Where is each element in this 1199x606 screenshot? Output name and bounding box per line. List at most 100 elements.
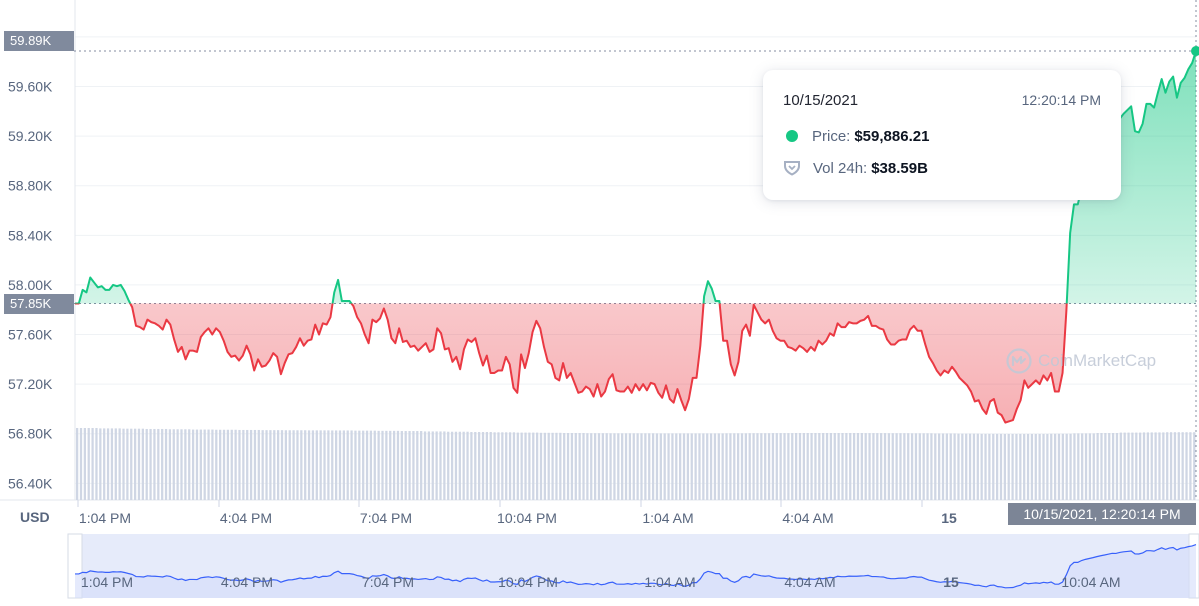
volume-bar xyxy=(226,429,230,500)
volume-bar xyxy=(249,429,253,500)
volume-bar xyxy=(864,433,867,500)
volume-bar xyxy=(922,433,925,500)
volume-bar xyxy=(1166,432,1169,500)
volume-bar xyxy=(157,428,160,500)
volume-bar xyxy=(377,430,380,500)
volume-bar xyxy=(307,430,311,500)
volume-bar xyxy=(508,432,512,500)
volume-bar xyxy=(431,431,434,500)
volume-bar xyxy=(292,430,295,500)
volume-bar xyxy=(756,433,759,500)
volume-bar xyxy=(632,433,635,500)
volume-bar xyxy=(466,431,469,500)
volume-bar xyxy=(783,433,786,500)
volume-bar xyxy=(331,430,334,500)
volume-bar xyxy=(396,430,400,500)
volume-bar xyxy=(91,428,94,500)
volume-bar xyxy=(381,430,384,500)
volume-bar xyxy=(153,428,156,500)
volume-bar xyxy=(118,428,121,500)
volume-bar xyxy=(1069,433,1072,500)
volume-bar xyxy=(1030,433,1034,500)
volume-bar xyxy=(686,433,690,500)
volume-bar xyxy=(586,433,589,500)
volume-bar xyxy=(1096,432,1099,500)
volume-bar xyxy=(601,433,604,500)
current-price-label: 59.89K xyxy=(4,31,74,51)
volume-bar xyxy=(965,433,968,500)
volume-bar xyxy=(663,433,666,500)
volume-bar xyxy=(191,429,195,500)
volume-bar xyxy=(945,433,949,500)
volume-bar xyxy=(822,432,825,500)
volume-bar xyxy=(1046,433,1049,500)
volume-bar xyxy=(1034,433,1037,500)
volume-bar xyxy=(1077,433,1080,500)
volume-bar xyxy=(168,429,172,500)
volume-bar xyxy=(868,433,871,500)
volume-bar xyxy=(1111,432,1115,500)
volume-bar xyxy=(277,430,280,500)
volume-bar xyxy=(416,431,419,500)
volume-bar xyxy=(280,430,284,500)
volume-bar xyxy=(1015,433,1018,500)
volume-bar xyxy=(930,433,933,500)
volume-bar xyxy=(211,429,214,500)
volume-bar xyxy=(1139,432,1142,500)
volume-bar xyxy=(814,432,817,500)
tooltip-price-value: $59,886.21 xyxy=(854,127,930,145)
volume-bar xyxy=(1026,433,1030,500)
volume-bar xyxy=(408,431,411,500)
volume-bar xyxy=(180,429,183,500)
navigator[interactable]: 1:04 PM 4:04 PM 7:04 PM 10:04 PM 1:04 AM 4:04… xyxy=(67,533,1199,599)
volume-bar xyxy=(195,429,199,500)
x-tick-label: 7:04 PM xyxy=(360,510,412,526)
volume-bar xyxy=(176,429,179,500)
volume-bar xyxy=(992,433,995,500)
volume-bar xyxy=(319,430,322,500)
volume-bar xyxy=(794,432,798,500)
volume-bar xyxy=(876,433,879,500)
volume-bar xyxy=(574,432,577,500)
volume-bar xyxy=(972,433,976,500)
volume-bar xyxy=(1011,433,1014,500)
volume-bar xyxy=(636,433,639,500)
volume-bar xyxy=(899,433,902,500)
volume-bar xyxy=(130,428,133,500)
navigator-tick-label: 15 xyxy=(943,574,959,590)
volume-bar xyxy=(443,431,446,500)
volume-bar xyxy=(524,432,527,500)
volume-bar xyxy=(404,431,407,500)
volume-bars xyxy=(76,428,1196,500)
volume-bar xyxy=(172,429,175,500)
navigator-tick-label: 4:04 PM xyxy=(221,574,273,590)
watermark-text: CoinMarketCap xyxy=(1038,351,1157,370)
volume-bar xyxy=(95,428,98,500)
tooltip: 10/15/2021 12:20:14 PM Price: $59,886.21… xyxy=(763,70,1121,200)
volume-bar xyxy=(1057,433,1061,500)
volume-bar xyxy=(222,429,226,500)
current-price-marker xyxy=(1191,46,1199,57)
volume-bar xyxy=(713,433,717,500)
volume-bar xyxy=(230,429,233,500)
volume-bar xyxy=(470,432,473,500)
navigator-tick-label: 10:04 AM xyxy=(1061,574,1120,590)
volume-bar xyxy=(304,430,307,500)
volume-bar xyxy=(458,431,461,500)
volume-bar xyxy=(79,428,83,500)
volume-bar xyxy=(373,430,376,500)
volume-bar xyxy=(651,433,655,500)
volume-bar xyxy=(1189,432,1192,500)
volume-bar xyxy=(941,433,945,500)
volume-bar xyxy=(501,432,504,500)
volume-bar xyxy=(145,428,148,500)
volume-bar xyxy=(1073,433,1076,500)
volume-bar xyxy=(1065,433,1068,500)
volume-bar xyxy=(1007,433,1010,500)
y-tick-label: 58.40K xyxy=(8,227,53,243)
volume-bar xyxy=(141,428,144,500)
volume-bar xyxy=(1177,432,1180,500)
volume-bar xyxy=(926,433,929,500)
volume-bar xyxy=(593,433,597,500)
volume-bar xyxy=(1181,432,1184,500)
